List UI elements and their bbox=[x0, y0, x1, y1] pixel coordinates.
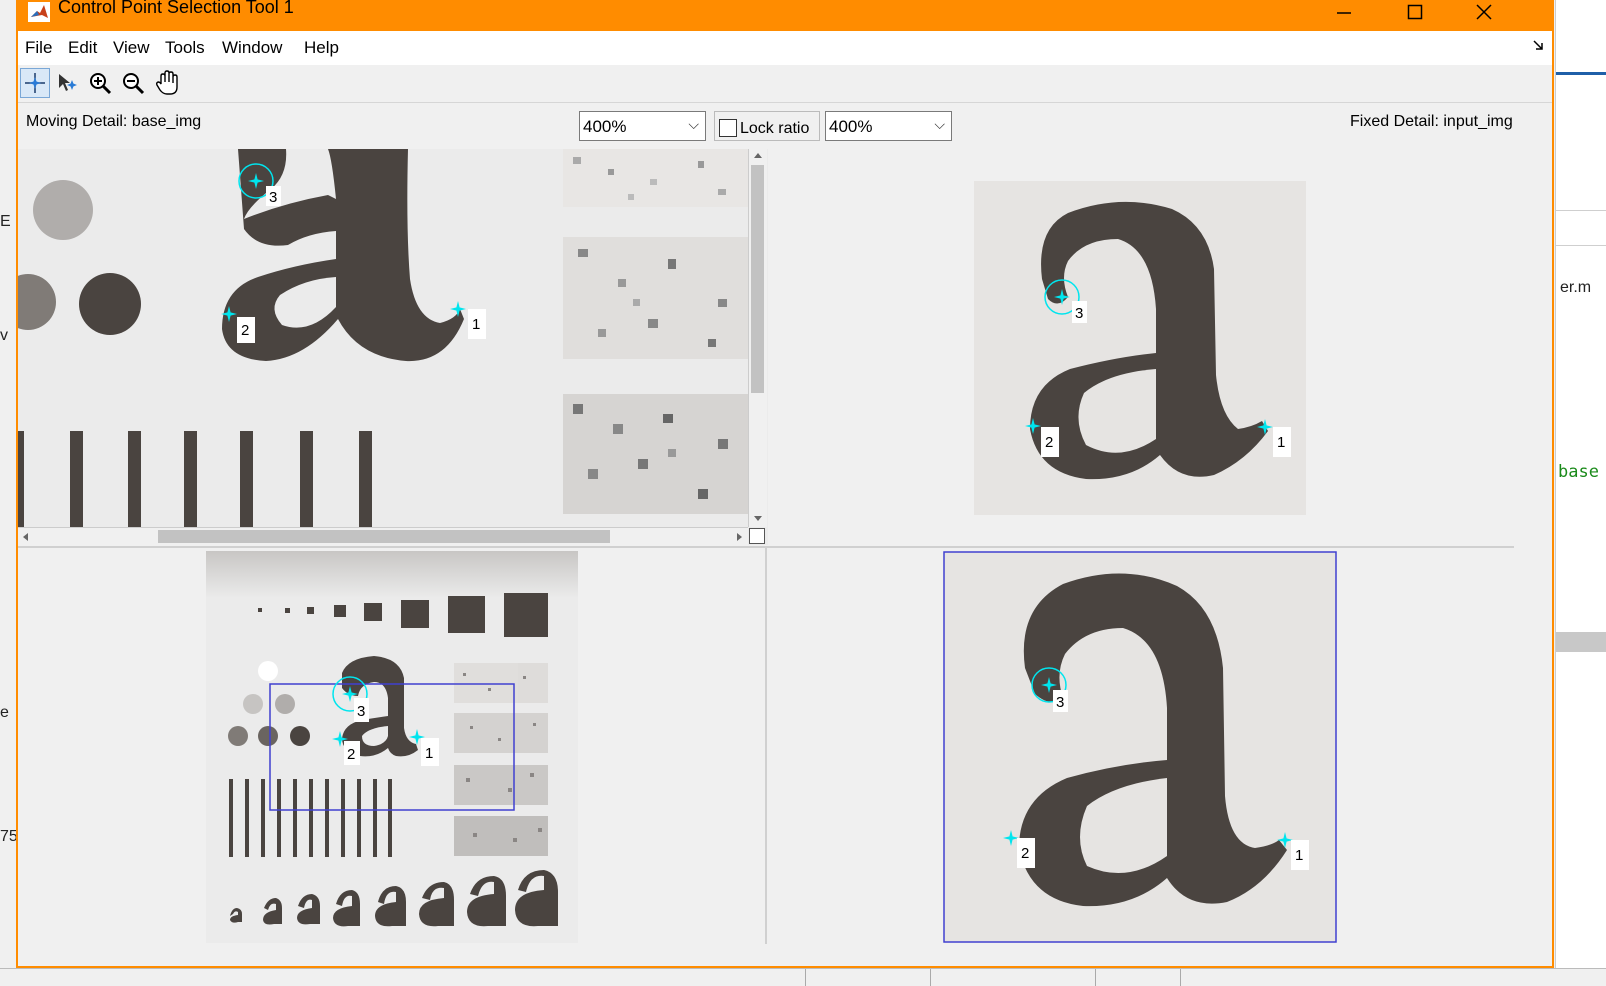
detail-controls-row: Moving Detail: base_img 400% ⌵ Lock rati… bbox=[18, 103, 1552, 149]
horizontal-scrollbar[interactable] bbox=[18, 527, 748, 545]
point-label: 1 bbox=[1277, 434, 1285, 451]
vertical-scrollbar[interactable] bbox=[748, 149, 767, 527]
menu-tools[interactable]: Tools bbox=[165, 38, 205, 58]
moving-zoom-select[interactable]: 400% ⌵ bbox=[579, 111, 706, 141]
point-label: 2 bbox=[1021, 845, 1029, 862]
fixed-overview-view[interactable]: 3 2 1 bbox=[767, 548, 1514, 943]
lock-ratio-label: Lock ratio bbox=[740, 120, 810, 137]
point-label: 1 bbox=[1295, 847, 1303, 864]
lock-ratio-checkbox[interactable]: Lock ratio bbox=[714, 111, 820, 141]
background-left-strip: E v e 75 bbox=[0, 0, 18, 985]
noise-block-bottom bbox=[563, 394, 748, 514]
scroll-left-icon[interactable] bbox=[21, 532, 29, 542]
menu-view[interactable]: View bbox=[113, 38, 150, 58]
point-label: 3 bbox=[1056, 694, 1064, 711]
select-point-icon[interactable] bbox=[53, 68, 83, 98]
horizontal-scroll-thumb[interactable] bbox=[158, 530, 610, 543]
matlab-logo-icon bbox=[28, 2, 50, 22]
close-icon[interactable] bbox=[1464, 0, 1504, 26]
vertical-scroll-thumb[interactable] bbox=[751, 165, 764, 393]
moving-overview-image[interactable]: 3 2 1 bbox=[18, 548, 764, 943]
moving-zoom-value: 400% bbox=[583, 117, 627, 136]
point-label: 3 bbox=[357, 703, 365, 720]
add-point-icon[interactable] bbox=[20, 68, 50, 98]
bg-filename: er.m bbox=[1560, 279, 1592, 296]
window-title: Control Point Selection Tool 1 bbox=[58, 0, 294, 17]
menu-window[interactable]: Window bbox=[222, 38, 282, 58]
maximize-icon[interactable] bbox=[1395, 0, 1435, 26]
chevron-down-icon: ⌵ bbox=[934, 116, 945, 132]
status-seg bbox=[930, 969, 931, 986]
point-label: 3 bbox=[269, 189, 277, 206]
fixed-detail-label: Fixed Detail: input_img bbox=[1350, 113, 1513, 130]
point-label: 1 bbox=[472, 316, 480, 333]
menu-help[interactable]: Help bbox=[304, 38, 339, 58]
pan-hand-icon[interactable] bbox=[152, 68, 182, 98]
scroll-down-icon[interactable] bbox=[753, 515, 763, 523]
bg-scrollbar bbox=[1556, 632, 1606, 652]
bg-left-char: E bbox=[0, 213, 11, 230]
moving-overview-view[interactable]: 3 2 1 bbox=[18, 548, 764, 943]
point-label: 3 bbox=[1075, 305, 1083, 322]
noise-block-mid bbox=[563, 237, 748, 359]
point-label: 2 bbox=[1045, 434, 1053, 451]
bg-blue-tab bbox=[1556, 36, 1606, 75]
point-label: 2 bbox=[241, 322, 249, 339]
status-seg bbox=[1095, 969, 1096, 986]
moving-detail-image[interactable]: 3 2 1 bbox=[18, 149, 768, 545]
menu-file[interactable]: File bbox=[25, 38, 52, 58]
bg-left-char: v bbox=[0, 327, 8, 344]
status-seg bbox=[1180, 969, 1181, 986]
background-statusbar bbox=[0, 968, 1606, 986]
bg-left-char: e bbox=[0, 704, 9, 721]
zoom-out-icon[interactable] bbox=[118, 68, 148, 98]
point-label: 2 bbox=[347, 746, 355, 763]
chevron-down-icon: ⌵ bbox=[688, 116, 699, 132]
status-seg bbox=[805, 969, 806, 986]
undock-arrow-icon[interactable] bbox=[1532, 39, 1544, 51]
point-label: 1 bbox=[425, 745, 433, 762]
zoom-in-icon[interactable] bbox=[85, 68, 115, 98]
menu-bar: File Edit View Tools Window Help bbox=[18, 31, 1552, 65]
fixed-detail-image[interactable]: 3 2 1 bbox=[768, 149, 1514, 545]
scroll-up-icon[interactable] bbox=[753, 151, 763, 159]
title-bar[interactable]: Control Point Selection Tool 1 bbox=[18, 0, 1552, 31]
fixed-zoom-value: 400% bbox=[829, 117, 873, 136]
moving-detail-view[interactable]: 3 2 1 bbox=[18, 149, 768, 545]
fixed-overview-image[interactable]: 3 2 1 bbox=[767, 548, 1514, 943]
scroll-corner bbox=[749, 528, 765, 544]
fixed-zoom-select[interactable]: 400% ⌵ bbox=[825, 111, 952, 141]
bg-code-text: base bbox=[1558, 462, 1599, 482]
background-right-editor: er.m base bbox=[1555, 0, 1606, 985]
bg-line bbox=[1556, 245, 1606, 246]
bg-line bbox=[1556, 210, 1606, 211]
cpselect-window: Control Point Selection Tool 1 File Edit… bbox=[16, 0, 1554, 968]
menu-edit[interactable]: Edit bbox=[68, 38, 97, 58]
noise-block-top bbox=[563, 149, 748, 207]
toolbar bbox=[18, 65, 1552, 103]
scroll-right-icon[interactable] bbox=[736, 532, 744, 542]
checkbox-box[interactable] bbox=[719, 119, 737, 137]
fixed-detail-view[interactable]: 3 2 1 bbox=[768, 149, 1514, 545]
minimize-icon[interactable] bbox=[1324, 0, 1364, 26]
moving-detail-label: Moving Detail: base_img bbox=[26, 113, 202, 130]
